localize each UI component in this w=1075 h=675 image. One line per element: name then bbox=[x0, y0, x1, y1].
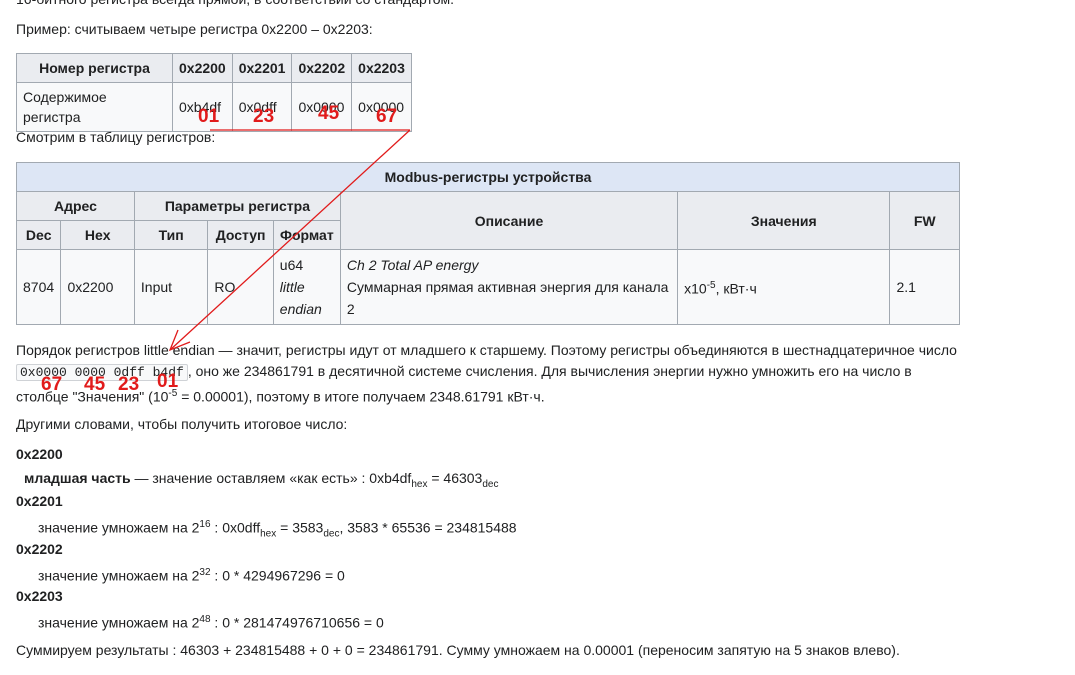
step-subscript: dec bbox=[482, 478, 499, 490]
step-bold-text: младшая часть bbox=[24, 470, 131, 486]
step-register-heading: 0x2203 bbox=[16, 588, 63, 604]
address-group-header: Адрес bbox=[16, 191, 135, 221]
value-exponent: -5 bbox=[706, 279, 716, 291]
step-exponent: 48 bbox=[199, 614, 211, 625]
paragraph-text: = 0.00001), поэтому в итоге получаем 234… bbox=[177, 388, 545, 405]
dec-header: Dec bbox=[15, 220, 62, 250]
endian-paragraph-line-2: 0x0000 0000 0dff b4df, оно же 234861791 … bbox=[16, 361, 912, 383]
step-text: : 0 * 4294967296 = 0 bbox=[210, 567, 345, 584]
register-header: 0x2201 bbox=[231, 53, 293, 83]
format-header: Формат bbox=[272, 220, 341, 250]
step-register-heading: 0x2201 bbox=[16, 493, 63, 509]
step-subscript: dec bbox=[323, 528, 340, 540]
modbus-table: Modbus-регистры устройства Адрес Парамет… bbox=[15, 162, 960, 325]
register-header: 0x2202 bbox=[291, 53, 353, 83]
register-header: 0x2200 bbox=[172, 53, 233, 83]
summary-text: Суммируем результаты : 46303 + 234815488… bbox=[16, 642, 900, 658]
modbus-caption-row: Modbus-регистры устройства bbox=[16, 162, 960, 192]
other-words-text: Другими словами, чтобы получить итоговое… bbox=[16, 416, 348, 432]
format-cell: u64 little endian bbox=[272, 249, 341, 325]
description-header: Описание bbox=[339, 191, 679, 250]
register-table-header-row: Номер регистра 0x2200 0x2201 0x2202 0x22… bbox=[16, 53, 412, 83]
description-cell: Ch 2 Total AP energy Суммарная прямая ак… bbox=[339, 249, 679, 325]
annotation-number: 45 bbox=[84, 374, 106, 395]
step-text: : 0 * 281474976710656 = 0 bbox=[210, 614, 384, 631]
register-number-header: Номер регистра bbox=[16, 53, 173, 83]
format-line: u64 bbox=[279, 257, 304, 273]
annotation-number: 23 bbox=[118, 374, 140, 395]
annotation-number: 01 bbox=[157, 371, 179, 392]
value-unit: , кВт·ч bbox=[715, 280, 757, 297]
register-header: 0x2203 bbox=[351, 53, 412, 83]
type-cell: Input bbox=[133, 249, 209, 325]
description-line: 2 bbox=[346, 301, 355, 317]
step-text: значение умножаем на 2 bbox=[38, 519, 200, 536]
step-text: значение умножаем на 2 bbox=[38, 567, 200, 584]
step-text: = 3583 bbox=[276, 519, 324, 536]
step-text: = 46303 bbox=[427, 470, 483, 486]
annotation-number: 67 bbox=[41, 374, 63, 395]
fw-cell: 2.1 bbox=[889, 249, 960, 325]
annotation-number: 01 bbox=[198, 106, 220, 127]
top-text-fragment: 16-битного регистра всегда прямой, в соо… bbox=[16, 0, 454, 9]
fw-header: FW bbox=[889, 191, 960, 250]
step-text: значение умножаем на 2 bbox=[38, 614, 200, 631]
hex-header: Hex bbox=[60, 220, 135, 250]
step-description: младшая часть — значение оставляем «как … bbox=[24, 468, 498, 495]
values-header: Значения bbox=[677, 191, 891, 250]
step-description: значение умножаем на 232 : 0 * 429496729… bbox=[38, 563, 345, 586]
register-content-label: Содержимое регистра bbox=[16, 82, 173, 132]
description-line: Суммарная прямая активная энергия для ка… bbox=[346, 279, 669, 295]
step-text: : 0x0dff bbox=[210, 519, 261, 536]
endian-paragraph-line-1: Порядок регистров little endian — значит… bbox=[16, 342, 957, 358]
step-description: значение умножаем на 248 : 0 * 281474976… bbox=[38, 610, 384, 633]
annotation-number: 67 bbox=[376, 106, 398, 127]
type-header: Тип bbox=[133, 220, 209, 250]
step-register-heading: 0x2200 bbox=[16, 446, 63, 462]
format-line: endian bbox=[279, 301, 322, 317]
step-register-heading: 0x2202 bbox=[16, 541, 63, 557]
step-description: значение умножаем на 216 : 0x0dffhex = 3… bbox=[38, 515, 517, 544]
format-line: little bbox=[279, 279, 305, 295]
step-exponent: 16 bbox=[199, 519, 211, 530]
modbus-data-row: 8704 0x2200 Input RO u64 little endian C… bbox=[15, 249, 960, 325]
annotation-number: 23 bbox=[253, 106, 275, 127]
values-cell: x10-5, кВт·ч bbox=[677, 249, 891, 325]
dec-cell: 8704 bbox=[15, 249, 62, 325]
annotation-number: 45 bbox=[318, 103, 340, 124]
access-header: Доступ bbox=[207, 220, 274, 250]
value-base: x10 bbox=[684, 280, 707, 297]
example-text: Пример: считываем четыре регистра 0x2200… bbox=[16, 21, 373, 37]
step-text: — значение оставляем «как есть» : 0xb4df bbox=[130, 470, 412, 486]
modbus-group-row: Адрес Параметры регистра Описание Значен… bbox=[16, 191, 960, 250]
modbus-table-caption: Modbus-регистры устройства bbox=[16, 162, 960, 192]
access-cell: RO bbox=[207, 249, 274, 325]
look-table-text: Смотрим в таблицу регистров: bbox=[16, 129, 216, 145]
paragraph-text: , оно же 234861791 в десятичной системе … bbox=[187, 363, 912, 379]
step-exponent: 32 bbox=[199, 567, 211, 578]
step-subscript: hex bbox=[411, 478, 428, 490]
params-group-header: Параметры регистра bbox=[133, 191, 341, 221]
step-subscript: hex bbox=[260, 528, 277, 540]
step-text: , 3583 * 65536 = 234815488 bbox=[339, 519, 517, 536]
hex-cell: 0x2200 bbox=[60, 249, 135, 325]
description-title: Ch 2 Total AP energy bbox=[346, 257, 479, 273]
